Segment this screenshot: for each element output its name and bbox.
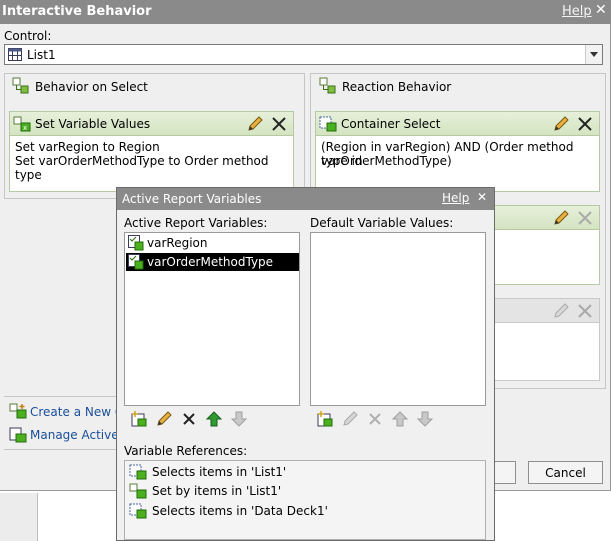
default-values-label: Default Variable Values: xyxy=(310,216,454,230)
delete-icon[interactable] xyxy=(270,115,288,133)
variables-listbox[interactable]: varRegion varOrderMethodType xyxy=(124,232,300,406)
set-variable-icon: x xyxy=(13,116,31,132)
set-variable-values-header: x Set Variable Values xyxy=(10,112,293,136)
reference-text: Set by items in 'List1' xyxy=(152,484,282,498)
variable-icon xyxy=(128,235,144,251)
modal-close-icon[interactable]: ✕ xyxy=(477,190,487,204)
cancel-button[interactable]: Cancel xyxy=(528,461,603,484)
variable-icon xyxy=(128,254,144,270)
delete-icon[interactable] xyxy=(576,209,594,227)
variable-name: varRegion xyxy=(147,236,208,250)
default-values-listbox[interactable] xyxy=(310,232,486,406)
container-select-line-2: varOrderMethodType) xyxy=(321,154,452,168)
reference-text: Selects items in 'Data Deck1' xyxy=(152,504,328,518)
edit-icon[interactable] xyxy=(246,115,264,133)
new-variable-icon[interactable] xyxy=(130,410,148,428)
control-value: List1 xyxy=(27,48,56,62)
reaction-icon xyxy=(319,77,336,94)
delete-icon[interactable] xyxy=(576,115,594,133)
edit-icon[interactable] xyxy=(155,410,173,428)
modal-title: Active Report Variables xyxy=(122,192,262,206)
delete-icon[interactable] xyxy=(180,410,198,428)
set-variable-icon xyxy=(129,483,147,499)
help-link[interactable]: Help xyxy=(562,4,592,19)
control-select[interactable]: List1 xyxy=(4,44,603,65)
edit-icon[interactable] xyxy=(552,209,570,227)
behavior-icon xyxy=(12,77,29,94)
cancel-label: Cancel xyxy=(545,466,586,480)
set-variable-values-title: Set Variable Values xyxy=(35,117,151,131)
container-select-header: Container Select xyxy=(316,112,599,136)
edit-icon[interactable] xyxy=(552,302,570,320)
set-variable-values-panel[interactable]: x Set Variable Values Set varRegion to R… xyxy=(9,111,294,192)
variable-name: varOrderMethodType xyxy=(147,255,274,269)
behavior-on-select-heading: Behavior on Select xyxy=(35,80,148,94)
variables-label: Active Report Variables: xyxy=(124,216,268,230)
reaction-behavior-heading: Reaction Behavior xyxy=(342,80,452,94)
delete-icon[interactable] xyxy=(366,410,384,428)
divider xyxy=(4,396,116,397)
ok-button[interactable] xyxy=(494,461,516,484)
list-item[interactable]: varRegion xyxy=(126,234,299,252)
close-icon[interactable]: ✕ xyxy=(595,2,607,18)
divider xyxy=(4,449,116,450)
chevron-down-icon[interactable] xyxy=(585,45,602,64)
references-list: Selects items in 'List1' Set by items in… xyxy=(124,460,486,540)
edit-icon[interactable] xyxy=(552,115,570,133)
container-select-panel[interactable]: Container Select (Region in varRegion) A… xyxy=(315,111,600,192)
create-new-icon xyxy=(9,403,27,419)
modal-titlebar: Active Report Variables Help ✕ xyxy=(117,188,494,210)
references-label: Variable References: xyxy=(124,444,248,458)
modal-help-link[interactable]: Help xyxy=(442,191,469,205)
move-up-icon[interactable] xyxy=(391,410,409,428)
list-item-selected[interactable]: varOrderMethodType xyxy=(126,253,299,271)
new-value-icon[interactable] xyxy=(316,410,334,428)
dialog-title: Interactive Behavior xyxy=(2,4,152,19)
create-new-link[interactable]: Create a New C xyxy=(30,405,123,419)
move-down-icon[interactable] xyxy=(416,410,434,428)
dialog-titlebar: Interactive Behavior Help ✕ xyxy=(0,0,611,24)
container-select-icon xyxy=(129,503,147,519)
container-select-icon xyxy=(129,464,147,480)
container-select-title: Container Select xyxy=(341,117,441,131)
control-label: Control: xyxy=(4,29,52,43)
report-canvas-ruler xyxy=(0,493,38,541)
manage-active-link[interactable]: Manage Active xyxy=(30,428,119,442)
edit-icon[interactable] xyxy=(341,410,359,428)
move-down-icon[interactable] xyxy=(230,410,248,428)
set-variable-line-1: Set varRegion to Region xyxy=(15,140,160,154)
active-report-variables-dialog: Active Report Variables Help ✕ Active Re… xyxy=(116,187,495,541)
container-select-icon xyxy=(319,116,337,132)
move-up-icon[interactable] xyxy=(205,410,223,428)
manage-variables-icon xyxy=(9,427,27,443)
delete-icon[interactable] xyxy=(576,302,594,320)
svg-text:x: x xyxy=(23,124,27,132)
set-variable-line-2: Set varOrderMethodType to Order method t… xyxy=(15,154,269,182)
reference-text: Selects items in 'List1' xyxy=(152,465,287,479)
list-control-icon xyxy=(8,48,22,61)
